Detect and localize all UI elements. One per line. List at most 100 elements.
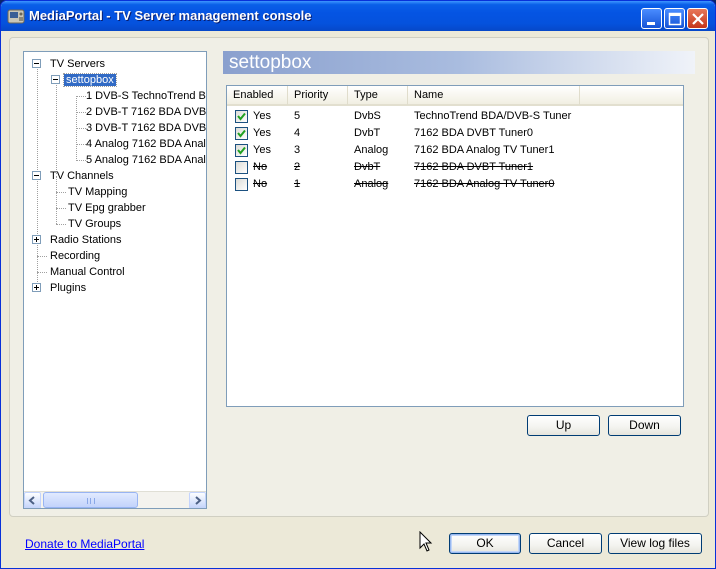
close-icon <box>692 13 704 25</box>
tree-item-label: 1 DVB-S TechnoTrend B <box>86 90 206 102</box>
expand-icon[interactable] <box>32 235 41 244</box>
table-row[interactable]: No 1 Analog 7162 BDA Analog TV Tuner0 <box>227 176 683 193</box>
collapse-icon[interactable] <box>32 59 41 68</box>
tree-item-card-1[interactable]: 1 DVB-S TechnoTrend B <box>84 88 206 104</box>
cell-name: 7162 BDA Analog TV Tuner0 <box>414 178 555 190</box>
arrow-left-icon <box>28 496 35 505</box>
column-header-type[interactable]: Type <box>348 86 408 105</box>
tree-item-label: TV Epg grabber <box>68 202 146 214</box>
cell-priority: 1 <box>294 178 301 190</box>
cell-enabled: No <box>253 178 268 190</box>
grip-icon <box>87 498 95 504</box>
table-row[interactable]: No 2 DvbT 7162 BDA DVBT Tuner1 <box>227 159 683 176</box>
tree-item-plugins[interactable]: Plugins <box>32 280 88 296</box>
tree-item-tv-servers[interactable]: TV Servers <box>32 56 107 72</box>
list-header: Enabled Priority Type Name <box>227 86 683 106</box>
scroll-thumb[interactable] <box>43 492 138 508</box>
tree-item-label: 2 DVB-T 7162 BDA DVB <box>86 106 207 118</box>
cell-enabled: Yes <box>253 110 271 122</box>
arrow-right-icon <box>195 496 202 505</box>
window-title: MediaPortal - TV Server management conso… <box>29 8 312 23</box>
tree-item-label: 5 Analog 7162 BDA Anal <box>86 154 206 166</box>
minimize-icon <box>647 22 655 25</box>
tree-item-recording[interactable]: Recording <box>48 248 102 264</box>
cell-priority: 5 <box>294 110 301 122</box>
tree-connector <box>37 256 47 257</box>
minimize-button[interactable] <box>641 8 662 29</box>
cell-type: Analog <box>354 144 389 156</box>
tree-item-label: Radio Stations <box>50 234 122 246</box>
cell-enabled: Yes <box>253 127 271 139</box>
checkmark-icon <box>237 129 246 138</box>
tree-item-label: TV Mapping <box>68 186 128 198</box>
column-header-priority[interactable]: Priority <box>288 86 348 105</box>
cell-type: DvbT <box>354 161 381 173</box>
tree-item-label: 3 DVB-T 7162 BDA DVB <box>86 122 207 134</box>
expand-icon[interactable] <box>32 283 41 292</box>
title-bar[interactable]: MediaPortal - TV Server management conso… <box>1 1 715 31</box>
close-window-button[interactable] <box>687 8 708 29</box>
mediaportal-app-icon <box>7 9 25 24</box>
cell-priority: 4 <box>294 127 301 139</box>
cell-type: DvbT <box>354 127 381 139</box>
ok-button[interactable]: OK <box>449 533 521 554</box>
tree-item-label: TV Groups <box>68 218 122 230</box>
tree-item-settopbox[interactable]: settopbox <box>51 72 117 88</box>
section-header: settopbox <box>223 51 695 74</box>
cell-enabled: Yes <box>253 144 271 156</box>
tree-item-label: Manual Control <box>50 266 125 278</box>
tv-cards-list[interactable]: Enabled Priority Type Name Yes 5 DvbS Te… <box>226 85 684 407</box>
tree-horizontal-scrollbar[interactable] <box>24 491 206 508</box>
tree-item-label: TV Servers <box>50 58 106 70</box>
navigation-tree[interactable]: TV Servers settopbox 1 DVB-S TechnoTrend… <box>23 51 207 509</box>
tree-item-radio-stations[interactable]: Radio Stations <box>32 232 124 248</box>
tree-item-label: settopbox <box>63 73 117 87</box>
column-header-enabled[interactable]: Enabled <box>227 86 288 105</box>
collapse-icon[interactable] <box>32 171 41 180</box>
column-header-name[interactable]: Name <box>408 86 580 105</box>
view-log-files-button[interactable]: View log files <box>608 533 702 554</box>
move-down-button[interactable]: Down <box>608 415 681 436</box>
scroll-right-button[interactable] <box>189 492 206 508</box>
tree-item-tv-channels[interactable]: TV Channels <box>32 168 116 184</box>
table-row[interactable]: Yes 3 Analog 7162 BDA Analog TV Tuner1 <box>227 142 683 159</box>
cancel-button[interactable]: Cancel <box>529 533 602 554</box>
mouse-cursor-icon <box>419 531 433 552</box>
checkmark-icon <box>237 112 246 121</box>
tree-item-card-5[interactable]: 5 Analog 7162 BDA Anal <box>84 152 206 168</box>
tree-item-label: Recording <box>50 250 101 262</box>
tree-connector <box>37 272 47 273</box>
tree-item-label: Plugins <box>50 282 87 294</box>
cell-priority: 2 <box>294 161 301 173</box>
tree-item-card-3[interactable]: 3 DVB-T 7162 BDA DVB <box>84 120 207 136</box>
cell-name: 7162 BDA DVBT Tuner1 <box>414 161 534 173</box>
tree-item-tv-mapping[interactable]: TV Mapping <box>66 184 129 200</box>
tree-connector <box>56 224 66 225</box>
tree-item-label: TV Channels <box>50 170 114 182</box>
main-window: MediaPortal - TV Server management conso… <box>0 0 716 569</box>
cell-priority: 3 <box>294 144 301 156</box>
table-row[interactable]: Yes 4 DvbT 7162 BDA DVBT Tuner0 <box>227 125 683 142</box>
checkmark-icon <box>237 146 246 155</box>
cell-name: 7162 BDA Analog TV Tuner1 <box>414 144 555 156</box>
table-row[interactable]: Yes 5 DvbS TechnoTrend BDA/DVB-S Tuner <box>227 108 683 125</box>
move-up-button[interactable]: Up <box>527 415 600 436</box>
tree-item-card-4[interactable]: 4 Analog 7162 BDA Anal <box>84 136 206 152</box>
tree-connector <box>56 192 66 193</box>
tree-connector <box>56 208 66 209</box>
tree-item-tv-epg-grabber[interactable]: TV Epg grabber <box>66 200 148 216</box>
maximize-button[interactable] <box>664 8 685 29</box>
tree-item-tv-groups[interactable]: TV Groups <box>66 216 123 232</box>
client-area: TV Servers settopbox 1 DVB-S TechnoTrend… <box>5 31 711 564</box>
cell-type: DvbS <box>354 110 381 122</box>
maximize-icon <box>668 12 682 26</box>
collapse-icon[interactable] <box>51 75 60 84</box>
tree-item-manual-control[interactable]: Manual Control <box>48 264 127 280</box>
donate-link[interactable]: Donate to MediaPortal <box>25 537 144 551</box>
cell-name: TechnoTrend BDA/DVB-S Tuner <box>414 110 572 122</box>
scroll-left-button[interactable] <box>24 492 41 508</box>
tree-item-card-2[interactable]: 2 DVB-T 7162 BDA DVB <box>84 104 207 120</box>
cell-enabled: No <box>253 161 268 173</box>
tree-connector <box>56 80 57 174</box>
cell-name: 7162 BDA DVBT Tuner0 <box>414 127 534 139</box>
